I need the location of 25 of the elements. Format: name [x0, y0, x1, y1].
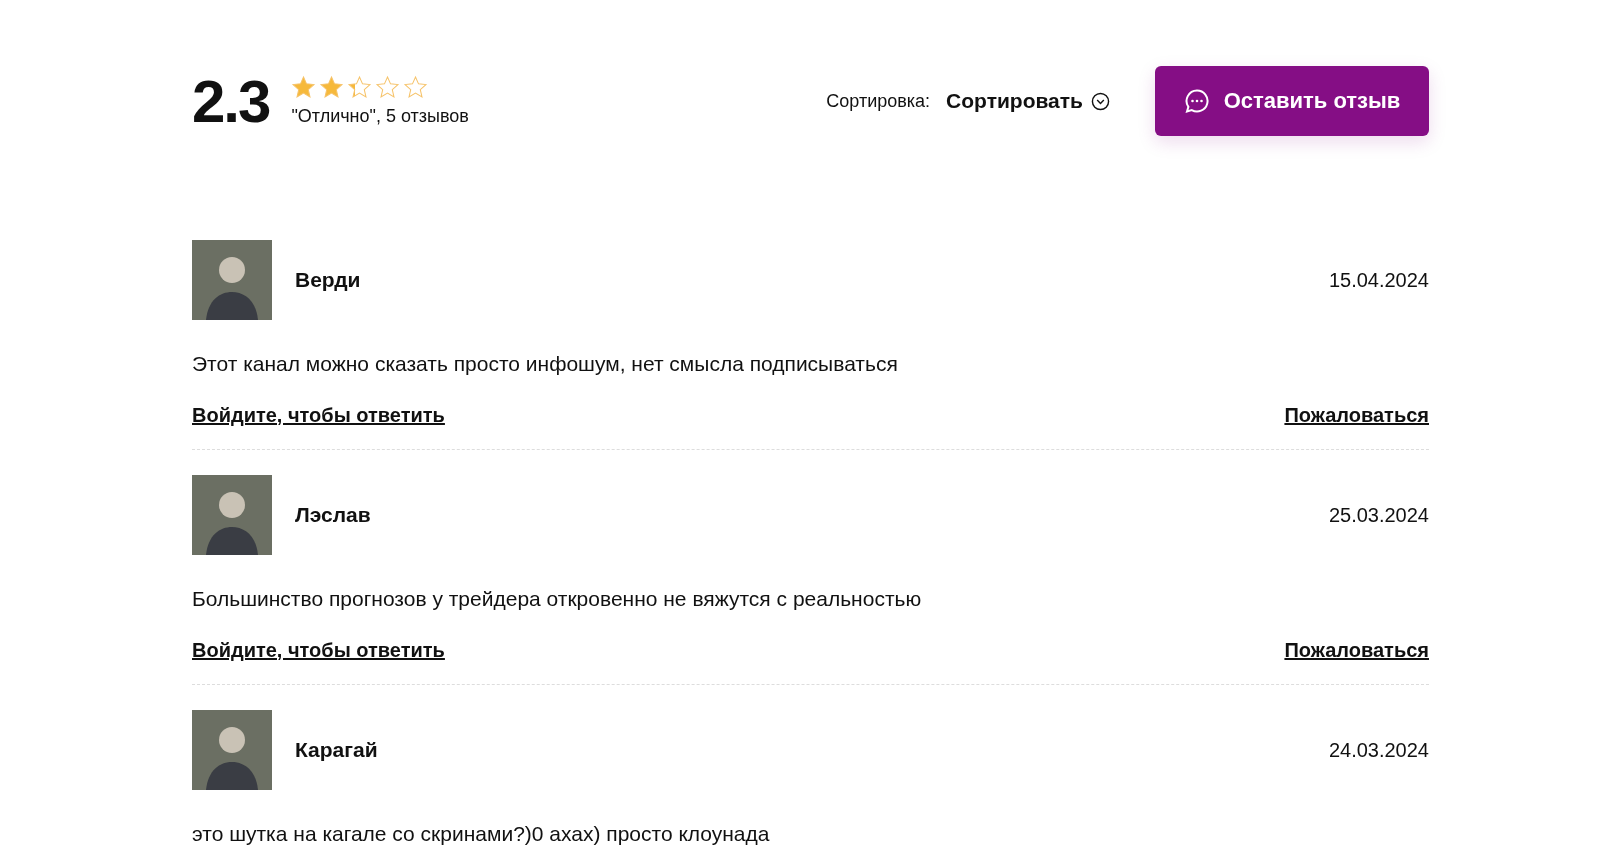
reviewer-name: Верди [295, 268, 361, 291]
review-text: это шутка на кагале со скринами?)0 ахах) просто клоунада [192, 822, 771, 846]
star-icon [347, 75, 373, 100]
star-icon [319, 75, 345, 100]
rating-score: 2.3 [192, 66, 270, 136]
review-text: Большинство прогнозов у трейдера откровенно не вяжутся с реальностью [192, 587, 923, 611]
leave-review-button[interactable]: Оставить отзыв [1155, 66, 1429, 136]
reply-link[interactable]: Войдите, чтобы ответить [192, 639, 445, 662]
star-icon [291, 75, 317, 100]
rating-caption: "Отлично", 5 отзывов [291, 106, 469, 127]
reviewer-name: Лэслав [295, 503, 371, 526]
review-text: Этот канал можно сказать просто инфошум, нет смысла подписываться [192, 352, 899, 376]
review-date: 24.03.2024 [1328, 738, 1429, 762]
sort-dropdown[interactable]: Сортировать [946, 89, 1110, 113]
chevron-down-icon [1091, 91, 1110, 111]
reply-link[interactable]: Войдите, чтобы ответить [192, 404, 445, 427]
sort-label: Сортировка: [826, 90, 931, 112]
star-icon [375, 75, 401, 100]
report-link[interactable]: Пожаловаться [1284, 404, 1429, 427]
review-date: 15.04.2024 [1328, 268, 1429, 292]
star-icon [403, 75, 429, 100]
chat-bubble-icon [1183, 88, 1210, 114]
report-link[interactable]: Пожаловаться [1284, 639, 1429, 662]
reviewer-name: Карагай [295, 738, 378, 761]
review-date: 25.03.2024 [1328, 503, 1429, 527]
